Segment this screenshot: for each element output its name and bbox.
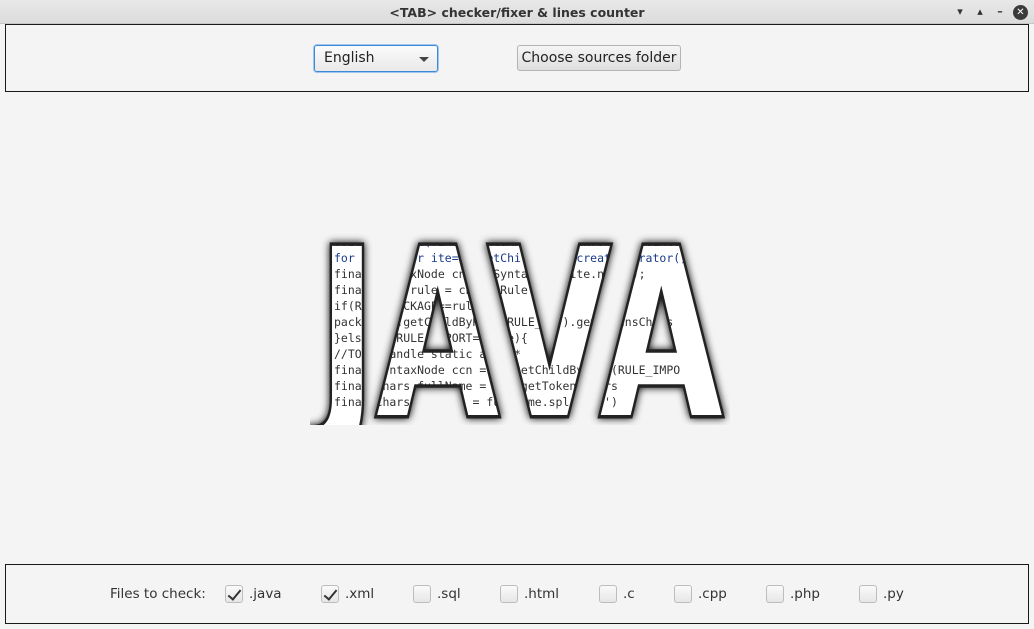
- code-line: void codeFile(final SyntaxNode sn) throw…: [334, 235, 694, 249]
- checkbox-java-box[interactable]: [225, 585, 243, 603]
- code-line: }else if(RULE_IMPORT==rule){: [334, 331, 528, 345]
- code-line: final Chars fullName = ccn.getTokensChar…: [334, 379, 618, 393]
- checkbox-xml[interactable]: .xml: [321, 584, 374, 604]
- checkbox-c-label: .c: [623, 586, 635, 602]
- toolbar-panel: English Choose sources folder: [5, 24, 1029, 92]
- checkbox-html[interactable]: .html: [500, 584, 559, 604]
- checkbox-php-label: .php: [790, 586, 820, 602]
- checkbox-html-box[interactable]: [500, 585, 518, 603]
- code-line: final SyntaxNode ccn = cn.getChildByRule…: [334, 363, 680, 377]
- window-title: <TAB> checker/fixer & lines counter: [389, 5, 645, 20]
- checkbox-html-label: .html: [524, 586, 560, 602]
- code-line: //TODO handle static and .*: [334, 347, 521, 361]
- code-line: final Chars[] parts = fullName.split('.'…: [334, 395, 618, 409]
- checkbox-java[interactable]: .java: [225, 584, 282, 604]
- code-line: for (Iterator ite=sn.getChildren().creat…: [334, 251, 722, 265]
- code-line: final Rule rule = cn.getRule();: [334, 283, 549, 297]
- checkbox-cpp[interactable]: .cpp: [674, 584, 727, 604]
- language-select-value: English: [324, 50, 375, 66]
- checkbox-cpp-label: .cpp: [698, 586, 727, 602]
- checkbox-py-box[interactable]: [859, 585, 877, 603]
- checkbox-py-label: .py: [883, 586, 904, 602]
- checkbox-c[interactable]: .c: [599, 584, 635, 604]
- minimize-icon[interactable]: ▾: [953, 5, 967, 19]
- checkbox-py[interactable]: .py: [859, 584, 904, 604]
- checkbox-xml-label: .xml: [345, 586, 375, 602]
- checkbox-xml-box[interactable]: [321, 585, 339, 603]
- close-icon[interactable]: ✕: [1013, 4, 1028, 20]
- checkbox-java-label: .java: [249, 586, 282, 602]
- checkbox-sql-box[interactable]: [413, 585, 431, 603]
- checkbox-php-box[interactable]: [766, 585, 784, 603]
- title-bar: <TAB> checker/fixer & lines counter ▾ ▴ …: [0, 0, 1034, 24]
- checkbox-php[interactable]: .php: [766, 584, 820, 604]
- files-panel: Files to check: .java .xml .sql .html .c…: [5, 564, 1029, 624]
- checkbox-sql[interactable]: .sql: [413, 584, 461, 604]
- checkbox-sql-label: .sql: [437, 586, 461, 602]
- window-controls: ▾ ▴ – ✕: [953, 0, 1028, 24]
- checkbox-c-box[interactable]: [599, 585, 617, 603]
- code-line: final SyntaxNode cn = (SyntaxNode)ite.ne…: [334, 267, 646, 281]
- java-logo-image: JAVA JAVA void codeFile(final SyntaxNode…: [310, 225, 726, 425]
- code-line: if(RULE_PACKAGE==rule){: [334, 299, 493, 313]
- chevron-down-icon: [419, 57, 429, 62]
- code-line: pack = cn.getChildByRule(RULE_REF).getTo…: [334, 315, 673, 329]
- restore-icon[interactable]: –: [993, 5, 1007, 19]
- maximize-icon[interactable]: ▴: [973, 5, 987, 19]
- app-window: <TAB> checker/fixer & lines counter ▾ ▴ …: [0, 0, 1034, 629]
- files-to-check-label: Files to check:: [110, 586, 206, 602]
- choose-sources-folder-button[interactable]: Choose sources folder: [517, 45, 681, 71]
- language-select[interactable]: English: [314, 45, 438, 72]
- checkbox-cpp-box[interactable]: [674, 585, 692, 603]
